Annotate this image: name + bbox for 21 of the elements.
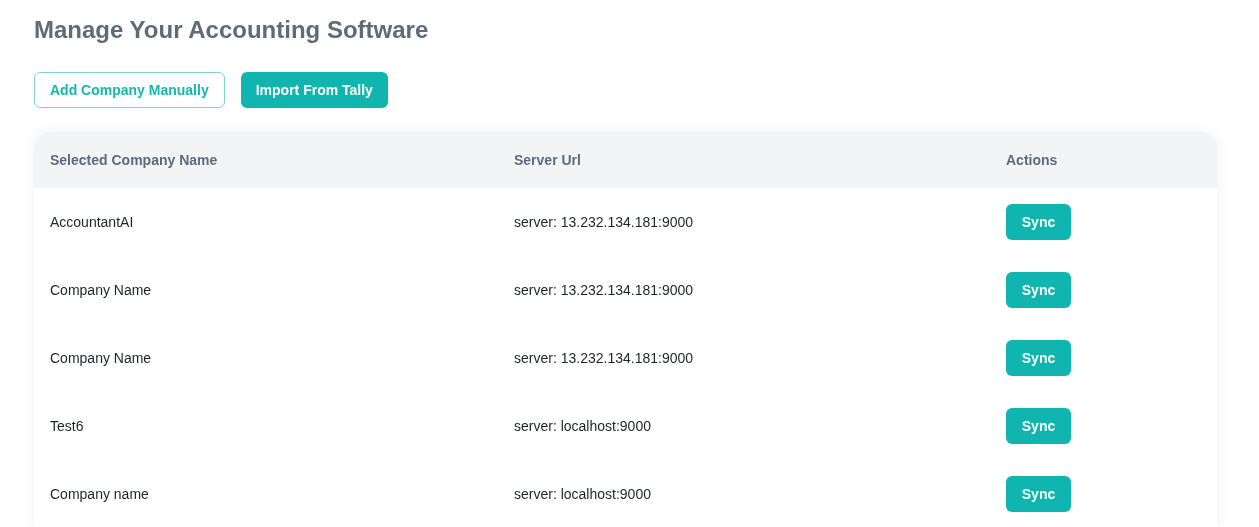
column-header: Selected Company Name [50, 150, 218, 170]
add-company-button[interactable]: Add Company Manually [34, 72, 225, 108]
company-name-cell-text: Company name [50, 484, 149, 504]
server-url-cell-text: server: 13.232.134.181:9000 [514, 348, 694, 368]
column-header: Actions [1006, 150, 1058, 170]
company-name-cell-text: Company Name [50, 280, 152, 300]
company-name-cell-text: Company Name [50, 348, 152, 368]
sync-button[interactable]: Sync [1006, 476, 1071, 512]
company-name-cell-text: Test6 [50, 416, 84, 436]
sync-button[interactable]: Sync [1006, 204, 1071, 240]
company-name-cell-text: AccountantAI [50, 212, 134, 232]
sync-button[interactable]: Sync [1006, 272, 1071, 308]
page-title: Manage Your Accounting Software [34, 15, 430, 45]
sync-button[interactable]: Sync [1006, 408, 1071, 444]
column-header: Server Url [514, 150, 581, 170]
server-url-cell-text: server: 13.232.134.181:9000 [514, 212, 694, 232]
server-url-cell-text: server: localhost:9000 [514, 416, 651, 436]
server-url-cell-text: server: localhost:9000 [514, 484, 651, 504]
sync-button[interactable]: Sync [1006, 340, 1071, 376]
server-url-cell-text: server: 13.232.134.181:9000 [514, 280, 694, 300]
import-button[interactable]: Import From Tally [240, 72, 388, 108]
